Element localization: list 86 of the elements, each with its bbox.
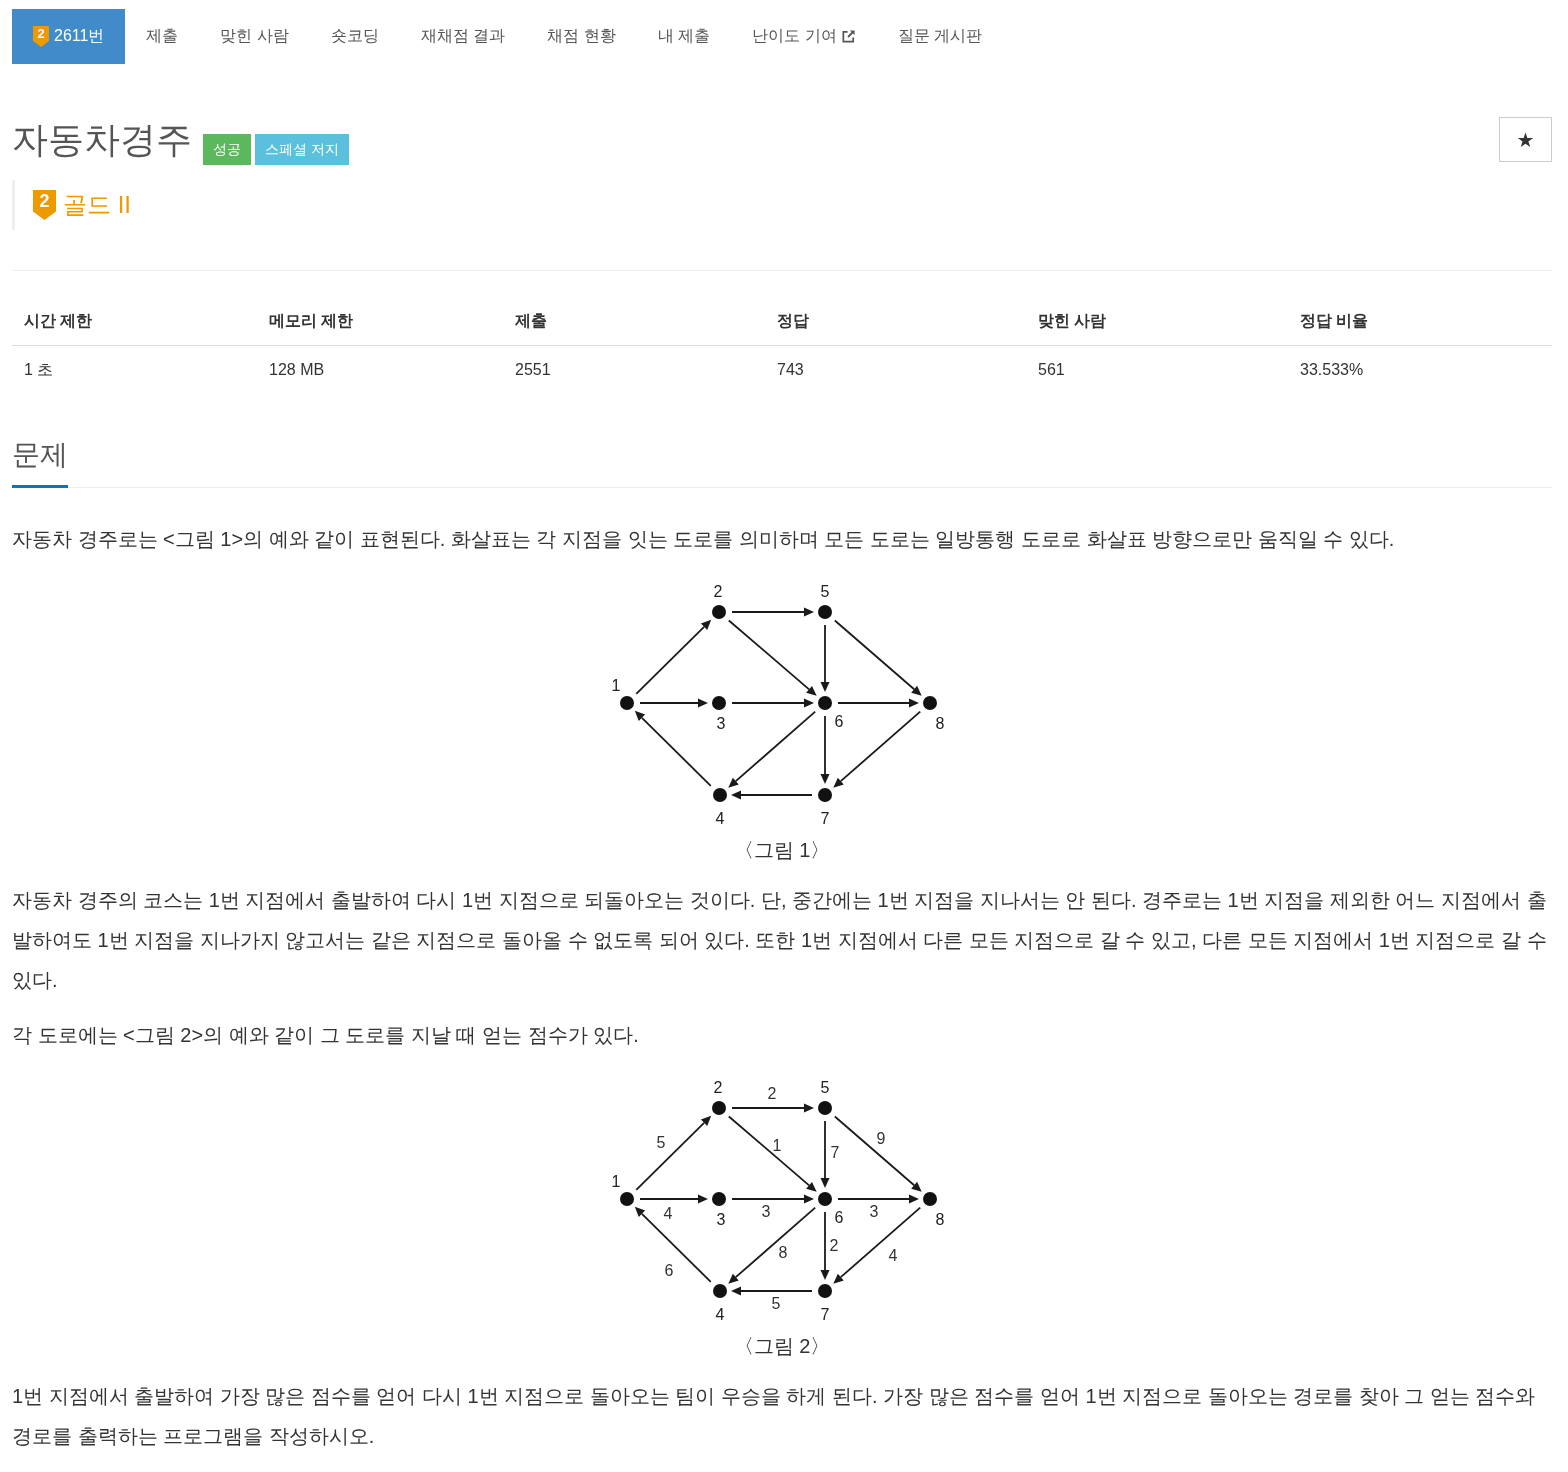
section-heading: 문제 — [12, 435, 68, 488]
column-header: 시간 제한 — [12, 297, 257, 346]
edge-weight: 3 — [869, 1202, 879, 1220]
edge-weight: 5 — [771, 1294, 781, 1312]
status-label: 성공 — [203, 134, 251, 165]
graph-node — [818, 1284, 832, 1298]
graph-node — [713, 788, 727, 802]
status-label: 스페셜 저지 — [255, 134, 349, 165]
nav-tab[interactable]: 맞힌 사람 — [199, 9, 310, 64]
problem-paragraph: 자동차 경주로는 <그림 1>의 예와 같이 표현된다. 화살표는 각 지점을 잇는 도로를 의미하며 모든 도로는 일방통행 도로로 화살표 방향으로만 움직일 수 있다. — [12, 527, 1396, 552]
node-label: 7 — [820, 809, 830, 827]
graph-node — [818, 605, 832, 619]
graph-node — [818, 1192, 832, 1206]
column-header: 정답 비율 — [1288, 297, 1552, 346]
edge-arrow — [820, 715, 830, 784]
node-label: 4 — [715, 1305, 725, 1323]
node-label: 6 — [834, 1208, 844, 1226]
table-cell: 1 초 — [12, 345, 257, 394]
graph-node — [712, 605, 726, 619]
node-label: 6 — [834, 712, 844, 730]
graph-node — [712, 1101, 726, 1115]
tier-badge: 2 — [33, 26, 49, 47]
edge-arrow — [820, 1120, 830, 1188]
column-header: 제출 — [503, 297, 765, 346]
graph-node — [923, 1192, 937, 1206]
column-header: 맞힌 사람 — [1026, 297, 1288, 346]
graph-node — [818, 788, 832, 802]
edge-arrow — [639, 698, 708, 708]
node-label: 8 — [935, 714, 945, 732]
node-label: 3 — [716, 1210, 726, 1228]
edge-weight: 4 — [663, 1204, 673, 1222]
nav-tab[interactable]: 난이도 기여 — [731, 9, 877, 64]
node-label: 2 — [713, 1078, 723, 1096]
graph-node — [620, 1192, 634, 1206]
edge-weight: 7 — [830, 1143, 840, 1161]
problem-paragraph: 1번 지점에서 출발하여 가장 많은 점수를 얻어 다시 1번 지점으로 돌아오는 팀이 우승을 하게 된다. 가장 많은 점수를 얻어 1번 지점으로 돌아오는 경로를 찾아 그 얻는 점수와 경로를 출력하는 프로그램을 작성하시오. — [12, 1384, 1537, 1449]
edge-weight: 1 — [772, 1136, 782, 1154]
graph-node — [818, 1101, 832, 1115]
edge-weight: 2 — [767, 1084, 777, 1102]
node-label: 1 — [611, 676, 621, 694]
node-label: 2 — [713, 582, 723, 600]
nav-tab[interactable]: 내 제출 — [636, 9, 732, 64]
edge-weight: 3 — [761, 1202, 771, 1220]
node-label: 5 — [820, 582, 830, 600]
edge-arrow — [639, 1194, 708, 1204]
node-label: 7 — [820, 1305, 830, 1323]
edge-arrow — [820, 1211, 830, 1280]
tier-name: 골드 II — [63, 190, 131, 220]
column-header: 정답 — [765, 297, 1026, 346]
nav-tab[interactable]: 2 2611번 — [12, 9, 126, 64]
problem-paragraph: 자동차 경주의 코스는 1번 지점에서 출발하여 다시 1번 지점으로 되돌아오는 것이다. 단, 중간에는 1번 지점을 지나서는 안 된다. 경주로는 1번 지점을 제외한 어느 지점에서 출발하여도 1번 지점을 지나가지 않고서는 같은 지점으로 돌아올 수 없도록 되어 있다. 또한 1번 지점에서 다른 모든 지점으로 갈 수 있고, 다른 모든 지점에서 1번 지점으로 갈 수 있다. — [12, 888, 1548, 993]
graph-node — [712, 1192, 726, 1206]
nav-tab[interactable]: 질문 게시판 — [876, 9, 1004, 64]
figure-caption: 〈그림 1〉 — [733, 838, 831, 862]
node-label: 4 — [715, 809, 725, 827]
table-cell: 33.533% — [1288, 345, 1552, 394]
nav-tab[interactable]: 채점 현황 — [526, 9, 637, 64]
problem-paragraph: 각 도로에는 <그림 2>의 예와 같이 그 도로를 지날 때 얻는 점수가 있다. — [12, 1023, 640, 1048]
star-button[interactable]: ★ — [1499, 117, 1552, 162]
node-label: 5 — [820, 1078, 830, 1096]
problem-title: 자동차경주 — [12, 117, 192, 162]
table-cell: 561 — [1026, 345, 1288, 394]
edge-weight: 9 — [876, 1129, 886, 1147]
nav-tab[interactable]: 제출 — [125, 9, 200, 64]
edge-weight: 6 — [664, 1261, 674, 1279]
table-cell: 743 — [765, 345, 1026, 394]
nav-tab[interactable]: 재채점 결과 — [399, 9, 527, 64]
tier-badge: 2 — [33, 190, 56, 220]
edge-weight: 4 — [888, 1246, 898, 1264]
node-label: 1 — [611, 1172, 621, 1190]
table-cell: 2551 — [503, 345, 765, 394]
table-cell: 128 MB — [257, 345, 503, 394]
graph-node — [713, 1284, 727, 1298]
graph-node — [712, 696, 726, 710]
edge-weight: 8 — [778, 1243, 788, 1261]
edge-weight: 5 — [656, 1133, 666, 1151]
figure-caption: 〈그림 2〉 — [733, 1334, 831, 1358]
edge-arrow — [820, 624, 830, 692]
node-label: 8 — [935, 1210, 945, 1228]
node-label: 3 — [716, 714, 726, 732]
edge-weight: 2 — [829, 1236, 839, 1254]
column-header: 메모리 제한 — [257, 297, 503, 346]
graph-node — [818, 696, 832, 710]
nav-tab[interactable]: 숏코딩 — [309, 9, 400, 64]
graph-node — [620, 696, 634, 710]
graph-node — [923, 696, 937, 710]
